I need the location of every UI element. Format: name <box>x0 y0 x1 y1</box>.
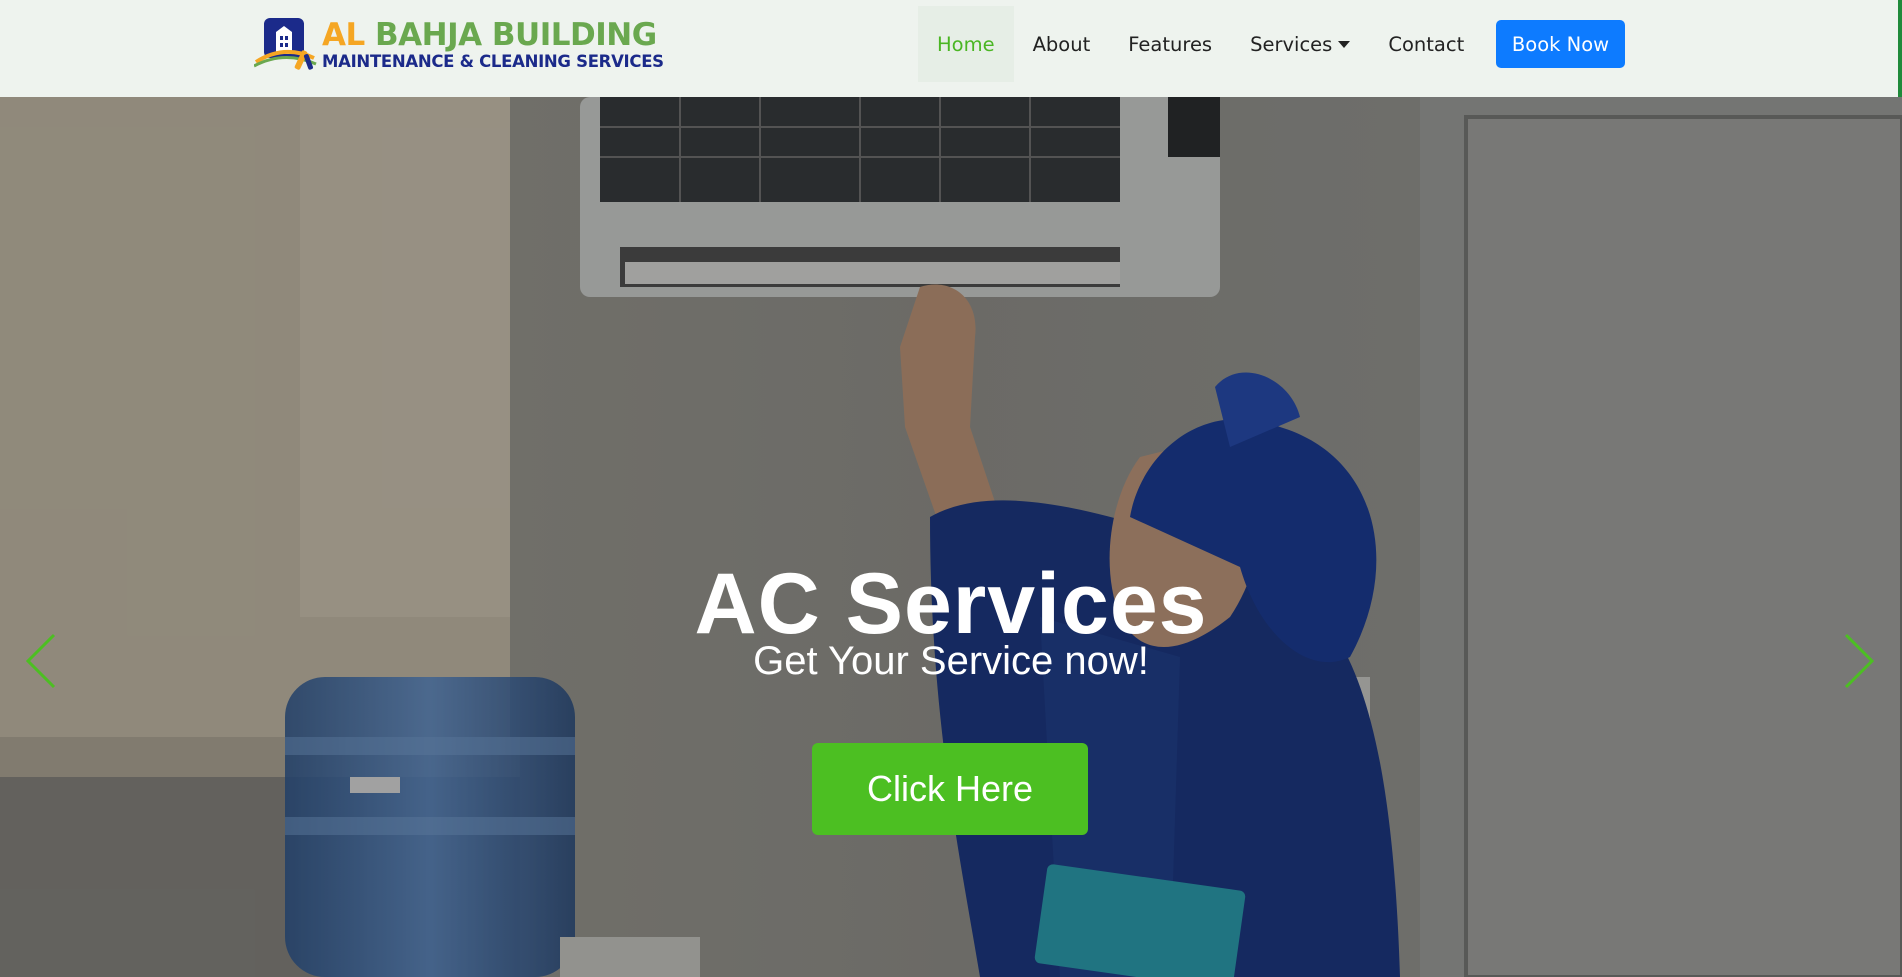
nav-services-dropdown[interactable]: Services <box>1231 6 1369 82</box>
brand-tagline: MAINTENANCE & CLEANING SERVICES <box>322 51 664 71</box>
navbar: AL BAHJA BUILDING MAINTENANCE & CLEANING… <box>0 0 1902 97</box>
nav-contact[interactable]: Contact <box>1369 6 1483 82</box>
brand-name: AL BAHJA BUILDING <box>322 16 664 53</box>
hero-carousel: AC Services Get Your Service now! Click … <box>0 97 1902 977</box>
logo-emblem-icon <box>253 14 318 76</box>
brand-text: AL BAHJA BUILDING MAINTENANCE & CLEANING… <box>322 16 664 71</box>
brand-name-part2: BAHJA BUILDING <box>375 16 657 53</box>
nav-about[interactable]: About <box>1014 6 1110 82</box>
nav-features[interactable]: Features <box>1109 6 1231 82</box>
carousel-prev-button[interactable] <box>22 631 62 691</box>
hero-subtitle: Get Your Service now! <box>753 639 1149 683</box>
chevron-right-icon <box>1844 633 1875 689</box>
main-nav: Home About Features Services Contact <box>918 6 1483 82</box>
carousel-next-button[interactable] <box>1838 631 1878 691</box>
nav-services-label: Services <box>1250 32 1333 56</box>
click-here-button[interactable]: Click Here <box>812 743 1088 835</box>
brand-name-part1: AL <box>322 16 365 53</box>
caret-down-icon <box>1338 40 1351 48</box>
hero-overlay <box>0 97 1902 977</box>
nav-home[interactable]: Home <box>918 6 1014 82</box>
chevron-left-icon <box>25 633 56 689</box>
book-now-button[interactable]: Book Now <box>1496 20 1625 68</box>
brand-logo[interactable]: AL BAHJA BUILDING MAINTENANCE & CLEANING… <box>253 14 664 76</box>
